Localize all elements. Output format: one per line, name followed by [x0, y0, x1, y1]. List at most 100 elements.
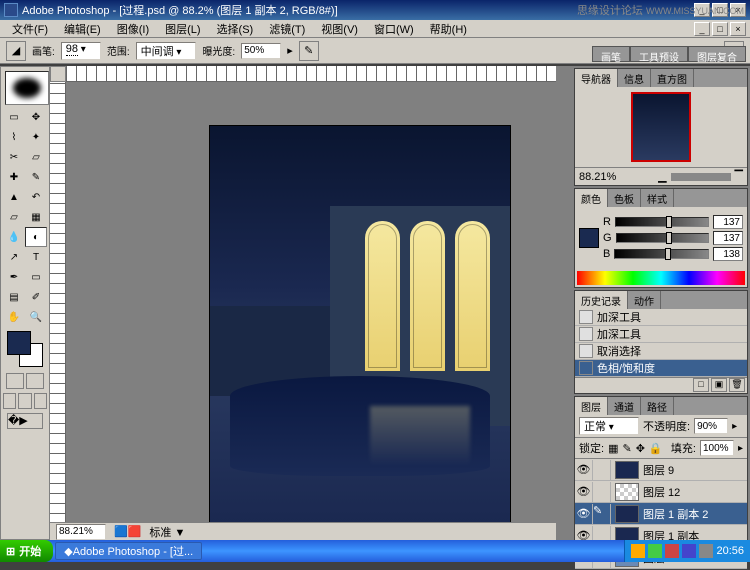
menu-view[interactable]: 视图(V) [313, 19, 366, 39]
healing-tool[interactable]: ✚ [3, 167, 25, 187]
lock-all-icon[interactable]: 🔒 [649, 442, 663, 455]
visibility-icon[interactable]: 👁 [575, 460, 593, 480]
menu-help[interactable]: 帮助(H) [422, 19, 475, 39]
tab-paths[interactable]: 路径 [641, 397, 674, 415]
b-input[interactable] [713, 247, 743, 261]
zoom-slider[interactable] [671, 173, 731, 181]
doc-close-button[interactable]: × [730, 22, 746, 36]
current-tool-icon[interactable]: ◢ [6, 41, 26, 61]
start-button[interactable]: ⊞开始 [0, 540, 53, 562]
menu-edit[interactable]: 编辑(E) [56, 19, 109, 39]
taskbar-item[interactable]: ◆ Adobe Photoshop - [过... [55, 542, 202, 560]
trash-icon[interactable]: 🗑 [729, 378, 745, 392]
opacity-input[interactable] [694, 418, 728, 434]
menu-filter[interactable]: 滤镜(T) [261, 19, 313, 39]
hand-tool[interactable]: ✋ [3, 307, 25, 327]
tray-icon[interactable] [631, 544, 645, 558]
screen-mode-2[interactable] [18, 393, 31, 409]
r-input[interactable] [713, 215, 743, 229]
tab-histogram[interactable]: 直方图 [651, 69, 694, 87]
history-item[interactable]: 加深工具 [575, 309, 747, 326]
doc-size-select[interactable]: 标准 ▼ [149, 524, 185, 540]
gradient-tool[interactable]: ▦ [25, 207, 47, 227]
color-spectrum[interactable] [577, 271, 745, 285]
tab-channels[interactable]: 通道 [608, 397, 641, 415]
path-tool[interactable]: ↗ [3, 247, 25, 267]
g-input[interactable] [713, 231, 743, 245]
tab-layer-comps[interactable]: 图层复合 [688, 46, 746, 62]
ruler-vertical[interactable] [50, 82, 66, 524]
layer-item[interactable]: 👁图层 9 [575, 459, 747, 481]
doc-maximize-button[interactable]: □ [712, 22, 728, 36]
airbrush-icon[interactable]: ✎ [299, 41, 319, 61]
brush-indicator-icon[interactable]: ✎ [593, 504, 611, 524]
blend-mode-select[interactable]: 正常 ▾ [579, 417, 639, 435]
history-item[interactable]: 色相/饱和度 [575, 360, 747, 377]
blur-tool[interactable]: 💧 [3, 227, 25, 247]
new-snapshot-icon[interactable]: □ [693, 378, 709, 392]
tab-history[interactable]: 历史记录 [575, 291, 628, 309]
tab-actions[interactable]: 动作 [628, 291, 661, 309]
tab-layers[interactable]: 图层 [575, 397, 608, 415]
standard-mode-icon[interactable] [6, 373, 24, 389]
g-slider[interactable] [616, 233, 709, 243]
navigator-thumbnail[interactable] [631, 92, 691, 162]
tray-icon[interactable] [648, 544, 662, 558]
marquee-tool[interactable]: ▭ [3, 107, 25, 127]
range-select[interactable]: 中间调 ▾ [136, 42, 197, 60]
tab-swatches[interactable]: 色板 [608, 189, 641, 207]
brush-tool[interactable]: ✎ [25, 167, 47, 187]
menu-image[interactable]: 图像(I) [109, 19, 157, 39]
lock-transparent-icon[interactable]: ▦ [608, 442, 618, 455]
new-doc-icon[interactable]: ▣ [711, 378, 727, 392]
system-tray[interactable]: 20:56 [624, 540, 750, 562]
screen-mode-3[interactable] [34, 393, 47, 409]
zoom-in-icon[interactable]: ▔ [735, 170, 743, 183]
menu-window[interactable]: 窗口(W) [366, 19, 422, 39]
eraser-tool[interactable]: ▱ [3, 207, 25, 227]
tab-brushes[interactable]: 画笔 [592, 46, 630, 62]
layer-item[interactable]: 👁图层 12 [575, 481, 747, 503]
shape-tool[interactable]: ▭ [25, 267, 47, 287]
fill-input[interactable] [700, 440, 734, 456]
b-slider[interactable] [614, 249, 709, 259]
eyedropper-tool[interactable]: ✐ [25, 287, 47, 307]
brush-picker[interactable]: 98 ▾ [61, 42, 101, 60]
ruler-horizontal[interactable] [66, 66, 556, 82]
navigator-zoom[interactable]: 88.21% [579, 171, 616, 183]
quickmask-mode-icon[interactable] [26, 373, 44, 389]
history-brush-tool[interactable]: ↶ [25, 187, 47, 207]
lock-pixels-icon[interactable]: ✎ [622, 442, 631, 455]
document-canvas[interactable] [210, 126, 510, 526]
history-item[interactable]: 取消选择 [575, 343, 747, 360]
menu-file[interactable]: 文件(F) [4, 19, 56, 39]
crop-tool[interactable]: ✂ [3, 147, 25, 167]
menu-layer[interactable]: 图层(L) [157, 19, 208, 39]
color-preview[interactable] [579, 228, 599, 248]
history-item[interactable]: 加深工具 [575, 326, 747, 343]
tab-info[interactable]: 信息 [618, 69, 651, 87]
slice-tool[interactable]: ▱ [25, 147, 47, 167]
zoom-tool[interactable]: 🔍 [25, 307, 47, 327]
pen-tool[interactable]: ✒ [3, 267, 25, 287]
ruler-origin[interactable] [50, 66, 66, 82]
jump-to-icon[interactable]: �⁠▶ [7, 413, 43, 429]
volume-icon[interactable] [699, 544, 713, 558]
tray-icon[interactable] [665, 544, 679, 558]
menu-select[interactable]: 选择(S) [209, 19, 262, 39]
zoom-input[interactable] [56, 524, 106, 540]
color-swatches[interactable] [7, 331, 43, 367]
lasso-tool[interactable]: ⌇ [3, 127, 25, 147]
tab-navigator[interactable]: 导航器 [575, 69, 618, 87]
lock-position-icon[interactable]: ✥ [636, 442, 645, 455]
zoom-out-icon[interactable]: ▁ [658, 170, 666, 183]
screen-mode-1[interactable] [3, 393, 16, 409]
r-slider[interactable] [615, 217, 709, 227]
visibility-icon[interactable]: 👁 [575, 482, 593, 502]
tab-styles[interactable]: 样式 [641, 189, 674, 207]
visibility-icon[interactable]: 👁 [575, 504, 593, 524]
move-tool[interactable]: ✥ [25, 107, 47, 127]
stamp-tool[interactable]: ▲ [3, 187, 25, 207]
tray-icon[interactable] [682, 544, 696, 558]
clock[interactable]: 20:56 [716, 545, 744, 557]
